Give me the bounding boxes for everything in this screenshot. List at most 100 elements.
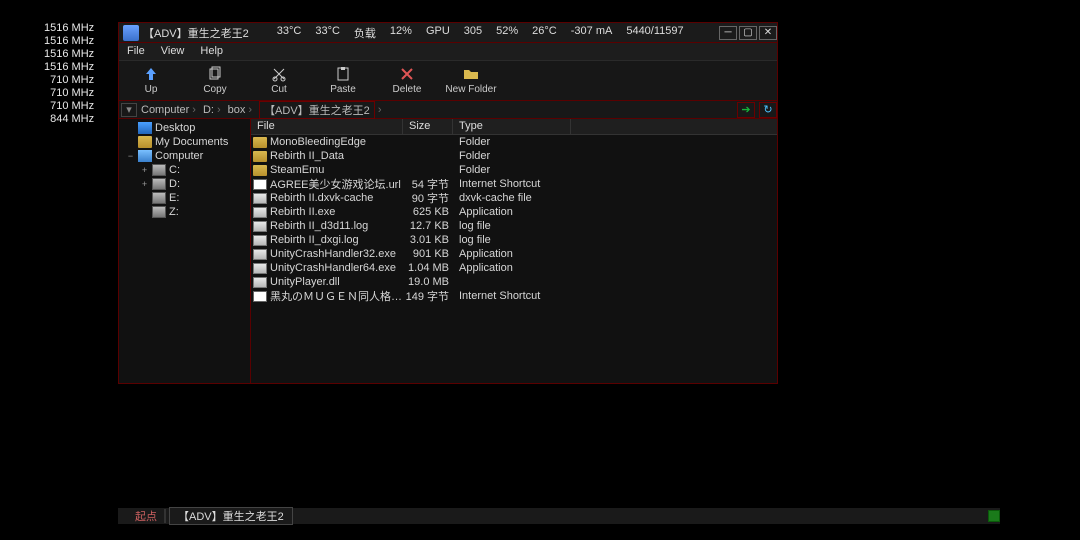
file-name: MonoBleedingEdge <box>270 136 366 148</box>
file-row[interactable]: Rebirth II.dxvk-cache90 字节dxvk-cache fil… <box>251 191 777 205</box>
tree-node[interactable]: +C: <box>121 163 248 177</box>
menu-file[interactable]: File <box>119 43 153 60</box>
expander-icon[interactable] <box>125 137 136 148</box>
drive-icon <box>152 206 166 218</box>
file-row[interactable]: MonoBleedingEdgeFolder <box>251 135 777 149</box>
file-list: File Size Type MonoBleedingEdgeFolderReb… <box>251 119 777 383</box>
file-row[interactable]: Rebirth II.exe625 KBApplication <box>251 205 777 219</box>
expander-icon[interactable]: + <box>139 179 150 190</box>
up-button[interactable]: Up <box>119 61 183 100</box>
cut-button[interactable]: Cut <box>247 61 311 100</box>
close-button[interactable]: ✕ <box>759 26 777 40</box>
file-row[interactable]: 黑丸のＭＵＧＥＮ同人格斗园....149 字节Internet Shortcut <box>251 289 777 303</box>
taskbar-task[interactable]: 【ADV】重生之老王2 <box>169 507 293 525</box>
expander-icon[interactable]: − <box>125 151 136 162</box>
menu-help[interactable]: Help <box>192 43 231 60</box>
tree-label: My Documents <box>155 136 228 148</box>
maximize-button[interactable]: ▢ <box>739 26 757 40</box>
clock-reading: 1516 MHz <box>44 35 94 48</box>
copy-label: Copy <box>203 84 226 95</box>
history-dropdown[interactable]: ▾ <box>121 103 137 117</box>
titlebar[interactable]: 【ADV】重生之老王2 33°C33°C负载12%GPU30552%26°C-3… <box>119 23 777 43</box>
newfolder-button[interactable]: New Folder <box>439 61 503 100</box>
file-row[interactable]: UnityCrashHandler64.exe1.04 MBApplicatio… <box>251 261 777 275</box>
stat-value: 33°C <box>277 25 302 41</box>
tree-node[interactable]: + D: <box>121 177 248 191</box>
file-row[interactable]: Rebirth II_d3d11.log12.7 KBlog file <box>251 219 777 233</box>
tree-node[interactable]: − Computer <box>121 149 248 163</box>
minimize-button[interactable]: ─ <box>719 26 737 40</box>
url-icon <box>253 179 267 190</box>
chevron-right-icon: › <box>375 104 385 116</box>
file-row[interactable]: Rebirth II_dxgi.log3.01 KBlog file <box>251 233 777 247</box>
tree-node[interactable]: Z: <box>121 205 248 219</box>
chevron-right-icon: › <box>245 104 255 116</box>
refresh-button[interactable]: ↻ <box>759 102 777 118</box>
file-icon <box>253 277 267 288</box>
drive-icon <box>152 178 166 190</box>
file-icon <box>253 235 267 246</box>
tree-node[interactable]: My Documents <box>121 135 248 149</box>
tree-label: D: <box>169 178 180 190</box>
desktop-icon <box>138 122 152 134</box>
breadcrumb[interactable]: Computer› <box>139 104 201 116</box>
breadcrumb[interactable]: D:› <box>201 104 226 116</box>
column-header-size[interactable]: Size <box>403 119 453 134</box>
stat-value: 12% <box>390 25 412 41</box>
file-row[interactable]: UnityCrashHandler32.exe901 KBApplication <box>251 247 777 261</box>
expander-icon[interactable]: + <box>139 165 150 176</box>
menu-view[interactable]: View <box>153 43 193 60</box>
breadcrumb[interactable]: 【ADV】重生之老王2› <box>257 101 386 119</box>
column-header-type[interactable]: Type <box>453 119 571 134</box>
expander-icon[interactable] <box>139 193 150 204</box>
file-size: 3.01 KB <box>403 234 453 246</box>
tree-node[interactable]: Desktop <box>121 121 248 135</box>
column-header-file[interactable]: File <box>251 119 403 134</box>
stat-value: 26°C <box>532 25 557 41</box>
file-size: 19.0 MB <box>403 276 453 288</box>
file-name: Rebirth II_d3d11.log <box>270 220 368 232</box>
file-row[interactable]: AGREE美少女游戏论坛.url54 字节Internet Shortcut <box>251 177 777 191</box>
drive-icon <box>152 164 166 176</box>
file-type: Internet Shortcut <box>453 290 777 302</box>
file-row[interactable]: UnityPlayer.dll19.0 MB <box>251 275 777 289</box>
url-icon <box>253 291 267 302</box>
address-bar: ▾ Computer›D:›box›【ADV】重生之老王2› ➔ ↻ <box>119 101 777 119</box>
menu-bar: FileViewHelp <box>119 43 777 61</box>
file-type: dxvk-cache file <box>453 192 777 204</box>
file-row[interactable]: SteamEmuFolder <box>251 163 777 177</box>
file-name: Rebirth II_dxgi.log <box>270 234 359 246</box>
stat-value: 5440/11597 <box>626 25 683 41</box>
file-row[interactable]: Rebirth II_DataFolder <box>251 149 777 163</box>
file-manager-window: 【ADV】重生之老王2 33°C33°C负载12%GPU30552%26°C-3… <box>118 22 778 384</box>
copy-button[interactable]: Copy <box>183 61 247 100</box>
start-icon[interactable] <box>121 510 131 522</box>
comp-icon <box>138 150 152 162</box>
expander-icon[interactable] <box>125 123 136 134</box>
taskbar-separator <box>164 509 166 523</box>
paste-button[interactable]: Paste <box>311 61 375 100</box>
clock-reading: 710 MHz <box>44 74 94 87</box>
breadcrumb[interactable]: box› <box>226 104 257 116</box>
tree-label: Desktop <box>155 122 195 134</box>
drive-icon <box>152 192 166 204</box>
clock-reading: 1516 MHz <box>44 61 94 74</box>
file-name: SteamEmu <box>270 164 324 176</box>
file-name: Rebirth II.exe <box>270 206 335 218</box>
delete-button[interactable]: Delete <box>375 61 439 100</box>
tree-node[interactable]: E: <box>121 191 248 205</box>
chevron-right-icon: › <box>214 104 224 116</box>
clock-reading: 1516 MHz <box>44 22 94 35</box>
file-name: AGREE美少女游戏论坛.url <box>270 176 401 192</box>
stat-value: 52% <box>496 25 518 41</box>
taskbar: 起点 【ADV】重生之老王2 <box>118 508 1000 524</box>
file-name: UnityCrashHandler32.exe <box>270 248 396 260</box>
tray-icon[interactable] <box>988 510 1000 522</box>
file-name: Rebirth II.dxvk-cache <box>270 192 373 204</box>
expander-icon[interactable] <box>139 207 150 218</box>
stat-value: -307 mA <box>571 25 613 41</box>
delete-label: Delete <box>393 84 422 95</box>
tree-label: Computer <box>155 150 203 162</box>
go-button[interactable]: ➔ <box>737 102 755 118</box>
start-label[interactable]: 起点 <box>131 508 161 524</box>
